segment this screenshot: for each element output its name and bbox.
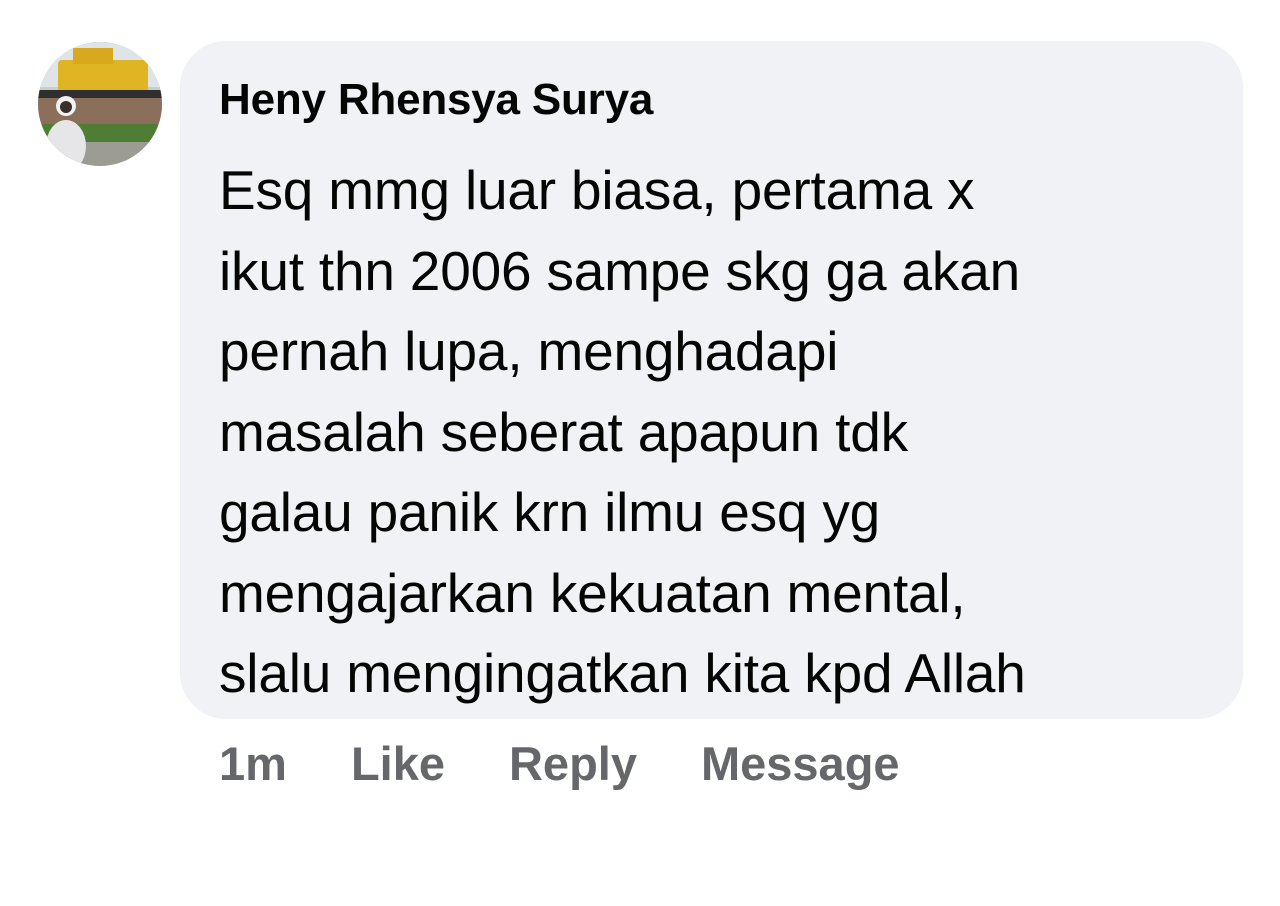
reply-button[interactable]: Reply bbox=[509, 736, 637, 791]
comment-actions: 1m Like Reply Message bbox=[219, 733, 900, 793]
comment-text-line: pernah lupa, menghadapi bbox=[219, 320, 839, 382]
profile-photo-icon bbox=[38, 42, 162, 166]
comment-text-line: masalah seberat apapun tdk bbox=[219, 400, 908, 463]
comment-timestamp[interactable]: 1m bbox=[219, 736, 287, 791]
comment-text-line: ikut thn 2006 sampe skg ga akan bbox=[219, 239, 1020, 302]
comment-text: Esq mmg luar biasa, pertama x ikut thn 2… bbox=[219, 150, 1213, 714]
message-button[interactable]: Message bbox=[701, 736, 900, 791]
comment-text-line: galau panik krn ilmu esq yg bbox=[219, 481, 881, 543]
comment-text-line: slalu mengingatkan kita kpd Allah bbox=[219, 642, 1026, 704]
comment-text-line: mengajarkan kekuatan mental, bbox=[219, 561, 966, 624]
like-button[interactable]: Like bbox=[351, 736, 445, 791]
comment-text-line: Esq mmg luar biasa, pertama x bbox=[219, 159, 975, 221]
avatar[interactable] bbox=[38, 42, 162, 166]
comment-author[interactable]: Heny Rhensya Surya bbox=[219, 75, 1213, 125]
comment-bubble: Heny Rhensya Surya Esq mmg luar biasa, p… bbox=[180, 41, 1243, 719]
